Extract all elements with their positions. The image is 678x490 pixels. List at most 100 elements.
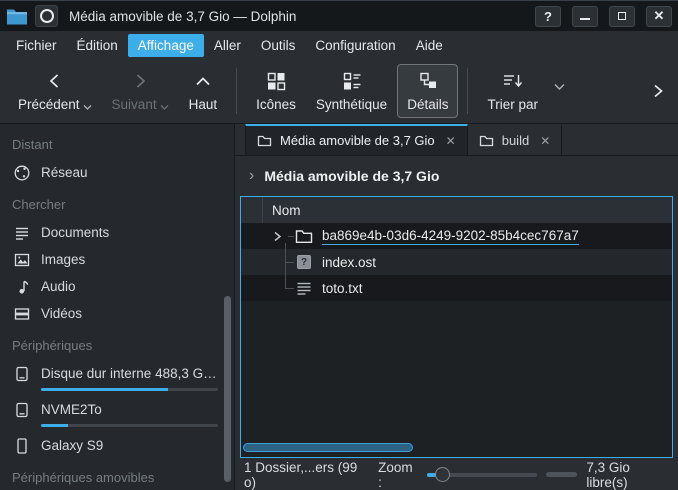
app-folder-icon [6, 7, 28, 25]
file-row-folder[interactable]: ba869e4b-03d6-4249-9202-85b4cec767a7 [241, 223, 672, 249]
sort-label: Trier par [487, 97, 538, 112]
compact-view-button[interactable]: Synthétique [306, 64, 397, 118]
music-note-icon [13, 278, 31, 296]
status-bar: 1 Dossier,...ers (99 o) Zoom : 7,3 Gio l… [235, 458, 678, 490]
icons-label: Icônes [256, 97, 296, 112]
sort-by-button[interactable]: Trier par [477, 64, 548, 118]
column-header-row: Nom [241, 197, 672, 223]
chevron-right-icon [129, 70, 151, 92]
tab-bar: Média amovible de 3,7 Gio ✕ build ✕ [235, 124, 678, 156]
toolbar-separator [236, 68, 237, 114]
sidebar-item-galaxy-s9[interactable]: Galaxy S9 [0, 432, 234, 459]
breadcrumb: › Média amovible de 3,7 Gio [235, 156, 678, 196]
hard-drive-icon [13, 401, 31, 419]
back-button[interactable]: Précédent [8, 64, 102, 118]
menubar: Fichier Édition Affichage Aller Outils C… [0, 31, 678, 59]
dolphin-window: Média amovible de 3,7 Gio — Dolphin ? ✕ … [0, 0, 678, 490]
free-space-bar [546, 472, 578, 477]
toolbar-overflow-button[interactable] [646, 76, 670, 106]
file-row-toto-txt[interactable]: toto.txt [241, 275, 672, 301]
icons-view-button[interactable]: Icônes [246, 64, 306, 118]
forward-button[interactable]: Suivant [102, 64, 179, 118]
file-name[interactable]: ba869e4b-03d6-4249-9202-85b4cec767a7 [322, 228, 579, 245]
compact-view-icon [341, 70, 363, 92]
forward-label: Suivant [112, 97, 157, 112]
file-name[interactable]: toto.txt [322, 281, 363, 296]
zoom-label: Zoom : [378, 460, 418, 490]
sidebar-item-documents[interactable]: Documents [0, 219, 234, 246]
minimize-button[interactable] [572, 6, 598, 27]
tab-media-amovible[interactable]: Média amovible de 3,7 Gio ✕ [245, 124, 468, 155]
section-header-chercher: Chercher [0, 186, 234, 219]
menu-aller[interactable]: Aller [204, 34, 251, 57]
disk-usage-bar [41, 388, 218, 391]
free-space-text: 7,3 Gio libre(s) [586, 460, 669, 490]
file-row-index-ost[interactable]: ? index.ost [241, 249, 672, 275]
folder-icon [257, 134, 272, 147]
zoom-slider-handle[interactable] [435, 467, 450, 482]
close-button[interactable]: ✕ [646, 6, 672, 27]
titlebar: Média amovible de 3,7 Gio — Dolphin ? ✕ [0, 1, 678, 31]
folder-icon [479, 134, 494, 147]
menu-edition[interactable]: Édition [67, 34, 128, 57]
menu-affichage[interactable]: Affichage [128, 34, 204, 57]
section-header-peripheriques: Périphériques [0, 327, 234, 360]
up-button[interactable]: Haut [179, 64, 228, 118]
titlebar-app-menu-button[interactable] [35, 5, 58, 27]
back-label: Précédent [18, 97, 80, 112]
details-view-button[interactable]: Détails [397, 64, 458, 118]
breadcrumb-location[interactable]: Média amovible de 3,7 Gio [264, 168, 439, 184]
maximize-icon [618, 12, 626, 20]
hard-drive-icon [13, 365, 31, 383]
image-icon [13, 251, 31, 269]
close-icon: ✕ [654, 8, 665, 24]
sidebar-item-images[interactable]: Images [0, 246, 234, 273]
sidebar-item-reseau[interactable]: Réseau [0, 159, 234, 186]
sidebar-item-audio[interactable]: Audio [0, 273, 234, 300]
compact-label: Synthétique [316, 97, 387, 112]
menu-aide[interactable]: Aide [406, 34, 453, 57]
tab-close-icon[interactable]: ✕ [446, 134, 456, 148]
menu-outils[interactable]: Outils [251, 34, 306, 57]
help-icon: ? [544, 9, 552, 24]
sidebar-item-label: Galaxy S9 [41, 438, 103, 453]
maximize-button[interactable] [609, 6, 635, 27]
sidebar-scrollbar[interactable] [224, 296, 231, 482]
sidebar-item-label: Audio [41, 279, 76, 294]
sidebar-item-label: Vidéos [41, 306, 82, 321]
horizontal-scrollbar[interactable] [243, 443, 413, 452]
menu-configuration[interactable]: Configuration [305, 34, 405, 57]
sidebar-item-videos[interactable]: Vidéos [0, 300, 234, 327]
sidebar-item-label: Disque dur interne 488,3 G… [41, 366, 217, 381]
chevron-right-icon [650, 80, 666, 102]
tab-build[interactable]: build ✕ [468, 124, 563, 155]
smartphone-icon [13, 437, 31, 455]
window-title: Média amovible de 3,7 Gio — Dolphin [69, 9, 296, 24]
sidebar-item-disque-interne[interactable]: Disque dur interne 488,3 G… [0, 360, 234, 396]
tree-line [285, 262, 294, 263]
up-label: Haut [189, 97, 218, 112]
document-lines-icon [13, 224, 31, 242]
places-panel: Distant Réseau Chercher [0, 124, 235, 490]
minimize-icon [580, 18, 590, 20]
chevron-left-icon [44, 70, 66, 92]
tree-expander-icon[interactable] [271, 230, 283, 243]
menu-fichier[interactable]: Fichier [6, 34, 67, 57]
sidebar-item-nvme2to[interactable]: NVME2To [0, 396, 234, 432]
help-button[interactable]: ? [535, 6, 561, 27]
breadcrumb-chevron-icon[interactable]: › [249, 167, 254, 185]
tree-line [285, 243, 286, 288]
zoom-slider[interactable] [427, 467, 537, 483]
column-header-nom[interactable]: Nom [263, 203, 301, 218]
tab-close-icon[interactable]: ✕ [540, 134, 550, 148]
sidebar-item-label: Réseau [41, 165, 88, 180]
section-header-distant: Distant [0, 126, 234, 159]
sort-dropdown-chevron-icon[interactable] [554, 83, 565, 91]
file-name[interactable]: index.ost [322, 255, 376, 270]
film-icon [13, 305, 31, 323]
chevron-up-icon [192, 70, 214, 92]
chevron-down-icon [83, 104, 92, 111]
sort-icon [501, 70, 525, 92]
toolbar-separator [467, 68, 468, 114]
unknown-file-icon: ? [295, 255, 313, 269]
